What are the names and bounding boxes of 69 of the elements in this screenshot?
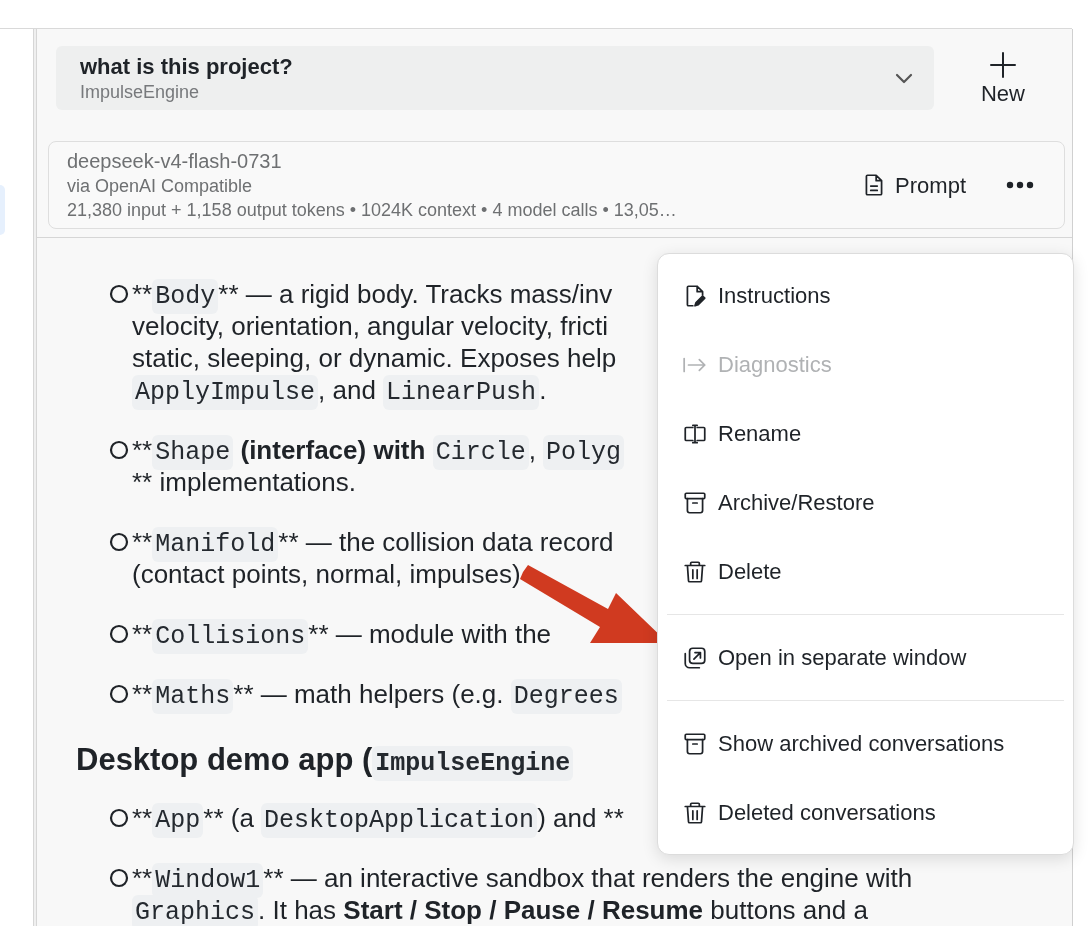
inline-code: Manifold (152, 527, 279, 562)
inline-code: Maths (152, 679, 234, 714)
new-button[interactable]: New (948, 49, 1058, 107)
bold-text: (interface) with (239, 435, 427, 465)
menu-item[interactable]: Rename (667, 399, 1064, 468)
text: ** (132, 279, 153, 309)
menu-item[interactable]: Open in separate window (667, 623, 1064, 692)
more-options-icon[interactable] (1006, 181, 1034, 189)
text: ** (132, 679, 153, 709)
inline-code: Shape (152, 435, 234, 470)
archive-icon (682, 730, 708, 757)
menu-item[interactable]: Delete (667, 537, 1064, 606)
bold-text: Start / Stop / Pause / Resume (343, 895, 704, 925)
text: ** (132, 527, 153, 557)
text: ** — module with the (308, 619, 552, 649)
text: static, sleeping, or dynamic. Exposes help (132, 343, 617, 373)
provider-label: via OpenAI Compatible (67, 175, 254, 198)
inline-code: Collisions (152, 619, 309, 654)
text: ** (132, 435, 153, 465)
list-bullet (109, 440, 129, 460)
model-name: deepseek-v4-flash-0731 (67, 149, 283, 174)
text: ** (132, 803, 153, 833)
text: Desktop demo app ( (76, 742, 373, 777)
usage-stats: 21,380 input + 1,158 output tokens • 1024K context • 4 model calls • 13,05… (67, 199, 677, 222)
text: buttons and a (709, 895, 868, 925)
text: ** — math helpers (e.g. (233, 679, 505, 709)
list-bullet (109, 284, 129, 304)
text: ** implementations. (132, 467, 356, 497)
list-bullet (109, 624, 129, 644)
list-bullet (109, 808, 129, 828)
text: ** — an interactive sandbox that renders the engine with (263, 863, 913, 893)
inline-code: Body (152, 279, 219, 314)
text: , and (318, 375, 377, 405)
text: . (539, 375, 547, 405)
text: ** (132, 619, 153, 649)
inline-code: Graphics (132, 895, 259, 926)
inline-code: Degrees (510, 679, 622, 714)
sidebar-item-highlight (0, 185, 5, 235)
inline-code: ApplyImpulse (132, 375, 319, 410)
inline-code: DesktopApplication (261, 803, 538, 838)
text: (contact points, normal, impulses) (132, 559, 521, 589)
inline-code: Circle (432, 435, 529, 470)
prompt-button[interactable]: Prompt (861, 168, 966, 202)
trash-icon (682, 799, 708, 826)
text: ** — the collision data record (278, 527, 614, 557)
inline-code: Polyg (543, 435, 625, 470)
inline-code: App (152, 803, 204, 838)
menu-item[interactable]: Deleted conversations (667, 778, 1064, 847)
menu-item[interactable]: Instructions (667, 261, 1064, 330)
text: ** (132, 863, 153, 893)
inline-code: Window1 (152, 863, 264, 898)
text: velocity, orientation, angular velocity, fricti (132, 311, 608, 341)
text: , (528, 435, 537, 465)
inline-code: ImpulseEngine (372, 746, 574, 781)
plus-icon (987, 49, 1019, 81)
archive-icon (682, 489, 708, 516)
text: ) and ** (537, 803, 624, 833)
list-bullet (109, 868, 129, 888)
conversation-selector[interactable]: what is this project? ImpulseEngine (56, 46, 934, 110)
menu-item[interactable]: Archive/Restore (667, 468, 1064, 537)
text: ** — a rigid body. Tracks mass/inv (218, 279, 613, 309)
text: ** (a (203, 803, 255, 833)
list-bullet (109, 684, 129, 704)
list-bullet (109, 532, 129, 552)
external-window-icon (682, 644, 708, 671)
menu-item[interactable]: Show archived conversations (667, 709, 1064, 778)
text: . It has (258, 895, 338, 925)
inline-code: LinearPush (383, 375, 540, 410)
trash-icon (682, 558, 708, 585)
